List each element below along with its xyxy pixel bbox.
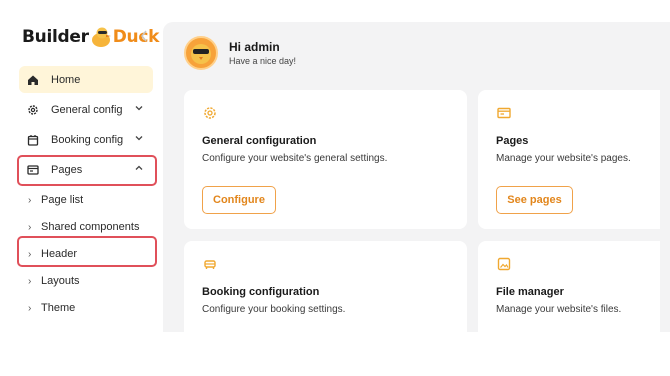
sidebar-subitem-label: Theme <box>41 302 76 314</box>
card-title: General configuration <box>202 135 317 147</box>
duck-logo-icon <box>90 26 112 48</box>
home-icon <box>26 73 40 87</box>
sidebar-subitem-theme[interactable]: › Theme <box>28 299 75 317</box>
card-file-manager: File manager Manage your website's files… <box>478 241 660 332</box>
chevron-right-icon: › <box>28 194 32 206</box>
sidebar-subitem-label: Shared components <box>41 221 140 233</box>
car-icon <box>203 257 217 271</box>
sidebar-subitem-layouts[interactable]: › Layouts <box>28 272 80 290</box>
image-icon <box>497 257 511 271</box>
avatar[interactable] <box>184 36 218 70</box>
pages-icon <box>497 106 511 120</box>
gear-icon <box>203 106 217 120</box>
logo[interactable]: Builder Duck <box>22 24 159 50</box>
logo-text-duck: Duck <box>112 27 160 47</box>
card-title: File manager <box>496 286 564 298</box>
sidebar-subitem-page-list[interactable]: › Page list <box>28 191 83 209</box>
sidebar-item-general-config[interactable]: General config <box>19 96 153 123</box>
gear-icon <box>26 103 40 117</box>
chevron-down-icon <box>134 133 144 143</box>
card-description: Configure your booking settings. <box>202 304 346 315</box>
card-booking-configuration: Booking configuration Configure your boo… <box>184 241 467 332</box>
sidebar-subitem-label: Layouts <box>41 275 80 287</box>
chevron-down-icon <box>134 103 144 113</box>
chevron-right-icon: › <box>28 302 32 314</box>
sidebar-subitem-shared-components[interactable]: › Shared components <box>28 218 139 236</box>
collapse-sidebar-icon[interactable] <box>140 30 152 44</box>
sidebar: Builder Duck Home General config Booking… <box>0 0 163 332</box>
card-pages: Pages Manage your website's pages. See p… <box>478 90 660 229</box>
logo-text-builder: Builder <box>22 27 89 47</box>
chevron-right-icon: › <box>28 275 32 287</box>
see-pages-button[interactable]: See pages <box>496 186 573 214</box>
header-highlight-box <box>17 236 157 267</box>
card-description: Manage your website's pages. <box>496 153 631 164</box>
pages-highlight-box <box>17 155 157 186</box>
card-general-configuration: General configuration Configure your web… <box>184 90 467 229</box>
sidebar-item-booking-config[interactable]: Booking config <box>19 126 153 153</box>
card-description: Manage your website's files. <box>496 304 622 315</box>
sidebar-subitem-label: Page list <box>41 194 84 206</box>
sidebar-item-label: General config <box>51 103 123 116</box>
sidebar-item-label: Booking config <box>51 133 124 146</box>
card-title: Booking configuration <box>202 286 320 298</box>
greeting-subtitle: Have a nice day! <box>229 56 297 66</box>
calendar-icon <box>26 133 40 147</box>
card-title: Pages <box>496 135 529 147</box>
sidebar-item-label: Home <box>51 73 81 86</box>
chevron-right-icon: › <box>28 221 32 233</box>
card-description: Configure your website's general setting… <box>202 153 388 164</box>
sidebar-item-home[interactable]: Home <box>19 66 153 93</box>
configure-button[interactable]: Configure <box>202 186 276 214</box>
greeting-title: Hi admin <box>229 40 280 54</box>
